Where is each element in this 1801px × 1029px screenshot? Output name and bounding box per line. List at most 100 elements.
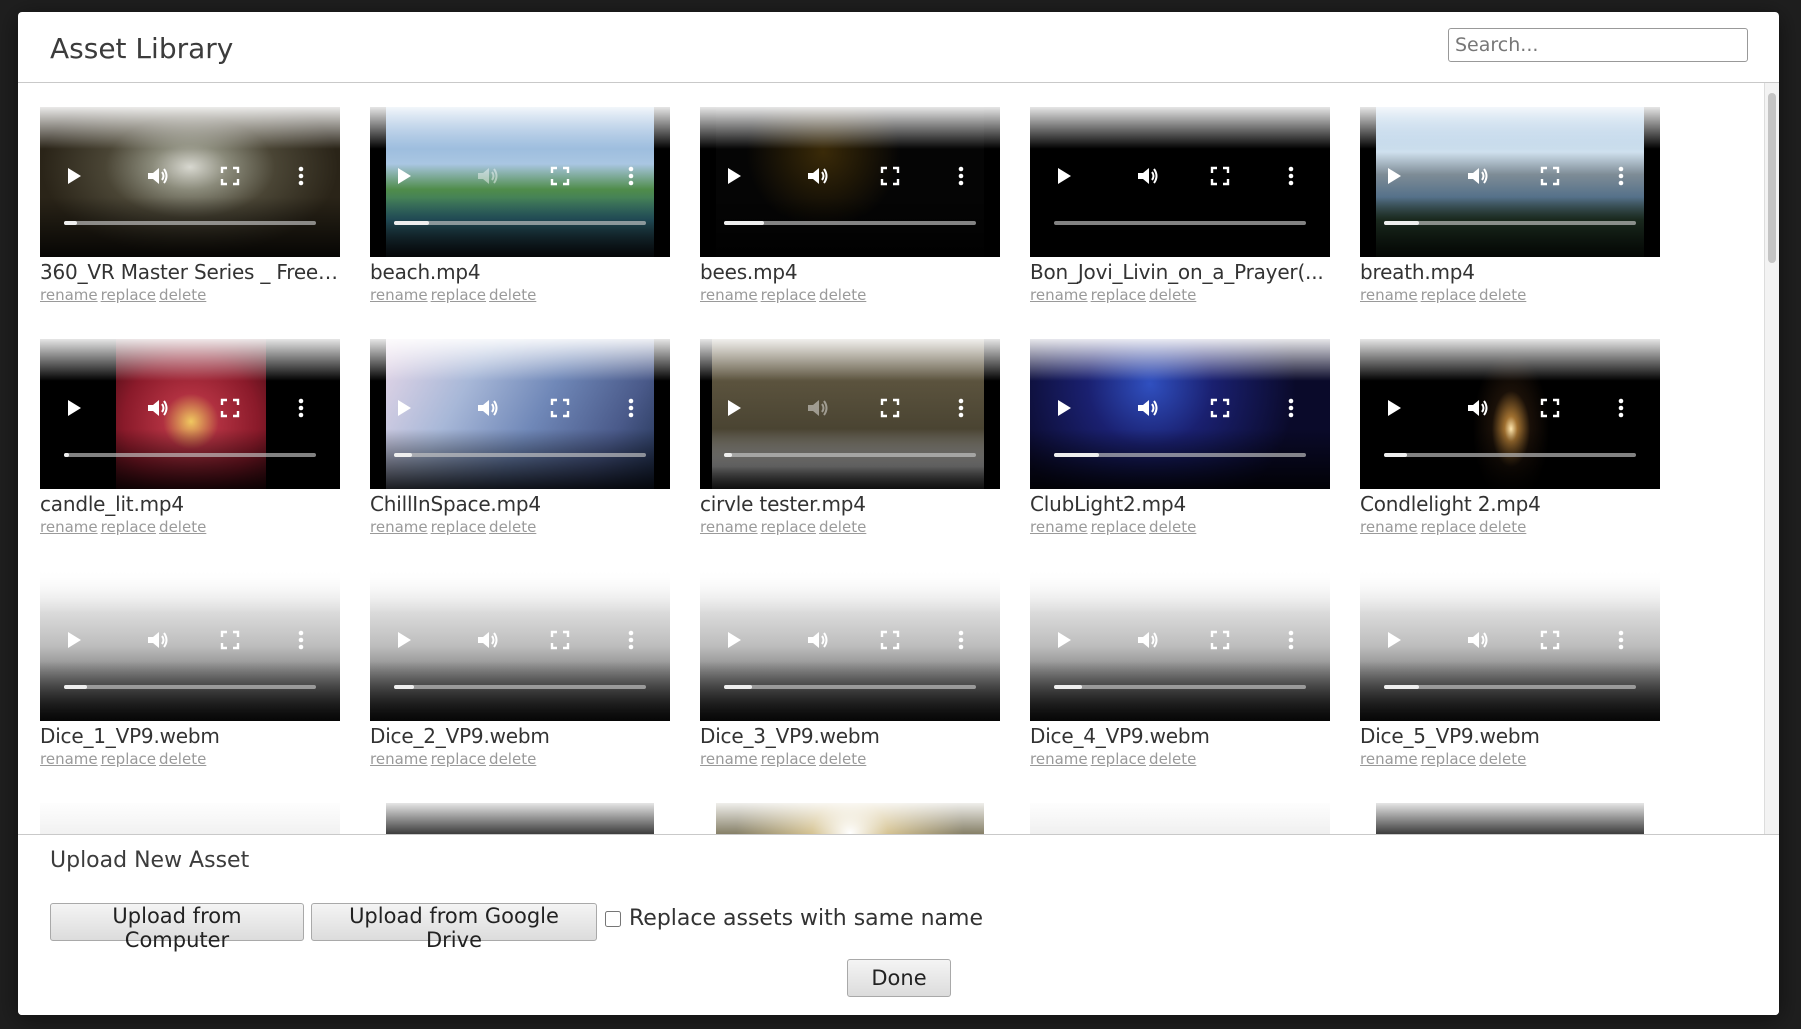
fullscreen-icon[interactable] <box>877 395 903 421</box>
fullscreen-icon[interactable] <box>1537 627 1563 653</box>
more-vertical-icon[interactable] <box>618 627 644 653</box>
video-progress-bar[interactable] <box>1384 453 1636 457</box>
video-player[interactable] <box>370 571 670 721</box>
volume-icon[interactable] <box>1465 163 1491 189</box>
play-icon[interactable] <box>61 627 87 653</box>
rename-link[interactable]: rename <box>700 518 758 536</box>
video-progress-bar[interactable] <box>1054 685 1306 689</box>
fullscreen-icon[interactable] <box>217 395 243 421</box>
replace-link[interactable]: replace <box>761 286 816 304</box>
volume-icon[interactable] <box>1135 395 1161 421</box>
scrollbar[interactable] <box>1764 83 1779 834</box>
video-player[interactable] <box>370 339 670 489</box>
fullscreen-icon[interactable] <box>217 163 243 189</box>
video-player[interactable] <box>1030 339 1330 489</box>
play-icon[interactable] <box>721 627 747 653</box>
video-player[interactable] <box>1030 803 1330 834</box>
search-input[interactable] <box>1448 28 1748 62</box>
video-progress-bar[interactable] <box>1384 685 1636 689</box>
rename-link[interactable]: rename <box>1360 518 1418 536</box>
delete-link[interactable]: delete <box>1479 286 1526 304</box>
more-vertical-icon[interactable] <box>288 627 314 653</box>
rename-link[interactable]: rename <box>700 286 758 304</box>
rename-link[interactable]: rename <box>1030 286 1088 304</box>
rename-link[interactable]: rename <box>1030 750 1088 768</box>
replace-link[interactable]: replace <box>431 518 486 536</box>
volume-icon[interactable] <box>805 395 831 421</box>
play-icon[interactable] <box>391 163 417 189</box>
video-player[interactable] <box>370 803 670 834</box>
video-player[interactable] <box>700 339 1000 489</box>
rename-link[interactable]: rename <box>40 518 98 536</box>
more-vertical-icon[interactable] <box>1608 163 1634 189</box>
play-icon[interactable] <box>391 627 417 653</box>
delete-link[interactable]: delete <box>489 286 536 304</box>
video-progress-bar[interactable] <box>1054 221 1306 225</box>
fullscreen-icon[interactable] <box>877 163 903 189</box>
volume-icon[interactable] <box>1465 627 1491 653</box>
replace-link[interactable]: replace <box>1421 518 1476 536</box>
replace-link[interactable]: replace <box>761 750 816 768</box>
video-player[interactable] <box>1360 571 1660 721</box>
play-icon[interactable] <box>1051 163 1077 189</box>
more-vertical-icon[interactable] <box>1608 395 1634 421</box>
delete-link[interactable]: delete <box>159 286 206 304</box>
rename-link[interactable]: rename <box>700 750 758 768</box>
video-player[interactable] <box>700 571 1000 721</box>
replace-same-name-option[interactable]: Replace assets with same name <box>605 906 983 931</box>
volume-icon[interactable] <box>145 627 171 653</box>
fullscreen-icon[interactable] <box>1207 627 1233 653</box>
play-icon[interactable] <box>1051 395 1077 421</box>
delete-link[interactable]: delete <box>819 286 866 304</box>
volume-icon[interactable] <box>805 627 831 653</box>
video-progress-bar[interactable] <box>394 685 646 689</box>
rename-link[interactable]: rename <box>370 750 428 768</box>
volume-icon[interactable] <box>145 163 171 189</box>
video-player[interactable] <box>1360 107 1660 257</box>
delete-link[interactable]: delete <box>1479 750 1526 768</box>
delete-link[interactable]: delete <box>489 518 536 536</box>
delete-link[interactable]: delete <box>1149 518 1196 536</box>
rename-link[interactable]: rename <box>370 286 428 304</box>
rename-link[interactable]: rename <box>1360 750 1418 768</box>
delete-link[interactable]: delete <box>159 750 206 768</box>
play-icon[interactable] <box>721 163 747 189</box>
play-icon[interactable] <box>61 163 87 189</box>
video-progress-bar[interactable] <box>724 453 976 457</box>
more-vertical-icon[interactable] <box>1278 627 1304 653</box>
video-progress-bar[interactable] <box>1384 221 1636 225</box>
more-vertical-icon[interactable] <box>288 163 314 189</box>
upload-from-computer-button[interactable]: Upload from Computer <box>50 903 304 952</box>
video-player[interactable] <box>1360 803 1660 834</box>
replace-link[interactable]: replace <box>431 286 486 304</box>
video-player[interactable] <box>1360 339 1660 489</box>
more-vertical-icon[interactable] <box>1278 163 1304 189</box>
more-vertical-icon[interactable] <box>618 163 644 189</box>
video-player[interactable] <box>700 107 1000 257</box>
replace-link[interactable]: replace <box>101 750 156 768</box>
video-progress-bar[interactable] <box>724 685 976 689</box>
video-progress-bar[interactable] <box>394 221 646 225</box>
rename-link[interactable]: rename <box>1030 518 1088 536</box>
volume-icon[interactable] <box>475 627 501 653</box>
video-player[interactable] <box>40 571 340 721</box>
replace-link[interactable]: replace <box>1091 750 1146 768</box>
video-player[interactable] <box>700 803 1000 834</box>
rename-link[interactable]: rename <box>1360 286 1418 304</box>
video-player[interactable] <box>40 107 340 257</box>
replace-same-name-checkbox[interactable] <box>605 910 621 927</box>
fullscreen-icon[interactable] <box>1207 395 1233 421</box>
more-vertical-icon[interactable] <box>288 395 314 421</box>
rename-link[interactable]: rename <box>40 286 98 304</box>
delete-link[interactable]: delete <box>159 518 206 536</box>
play-icon[interactable] <box>61 395 87 421</box>
video-progress-bar[interactable] <box>724 221 976 225</box>
upload-from-google-drive-button[interactable]: Upload from Google Drive <box>311 903 597 952</box>
delete-link[interactable]: delete <box>1149 286 1196 304</box>
delete-link[interactable]: delete <box>1149 750 1196 768</box>
volume-icon[interactable] <box>1135 163 1161 189</box>
more-vertical-icon[interactable] <box>1608 627 1634 653</box>
fullscreen-icon[interactable] <box>547 627 573 653</box>
scrollbar-thumb[interactable] <box>1768 93 1776 263</box>
replace-link[interactable]: replace <box>101 286 156 304</box>
